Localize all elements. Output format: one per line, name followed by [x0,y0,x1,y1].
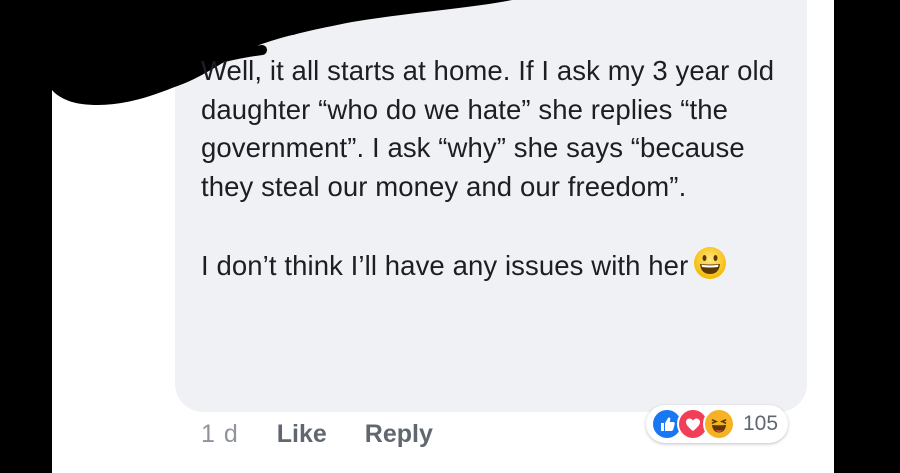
comment-screen: Well, it all starts at home. If I ask my… [52,0,834,473]
reaction-count: 105 [743,412,779,435]
like-link[interactable]: Like [277,420,327,449]
comment-body: Well, it all starts at home. If I ask my… [201,52,801,285]
comment-timestamp[interactable]: 1 d [201,420,239,449]
haha-reaction-icon [703,408,735,440]
reaction-summary[interactable]: 105 [646,405,789,443]
comment-paragraph: I don’t think I’ll have any issues with … [201,245,801,286]
comment-actions: 1 d Like Reply [201,420,471,449]
comment-paragraph-text: I don’t think I’ll have any issues with … [201,249,689,281]
reply-link[interactable]: Reply [365,420,433,449]
comment-paragraph: Well, it all starts at home. If I ask my… [201,55,775,202]
grinning-face-emoji [692,245,728,281]
